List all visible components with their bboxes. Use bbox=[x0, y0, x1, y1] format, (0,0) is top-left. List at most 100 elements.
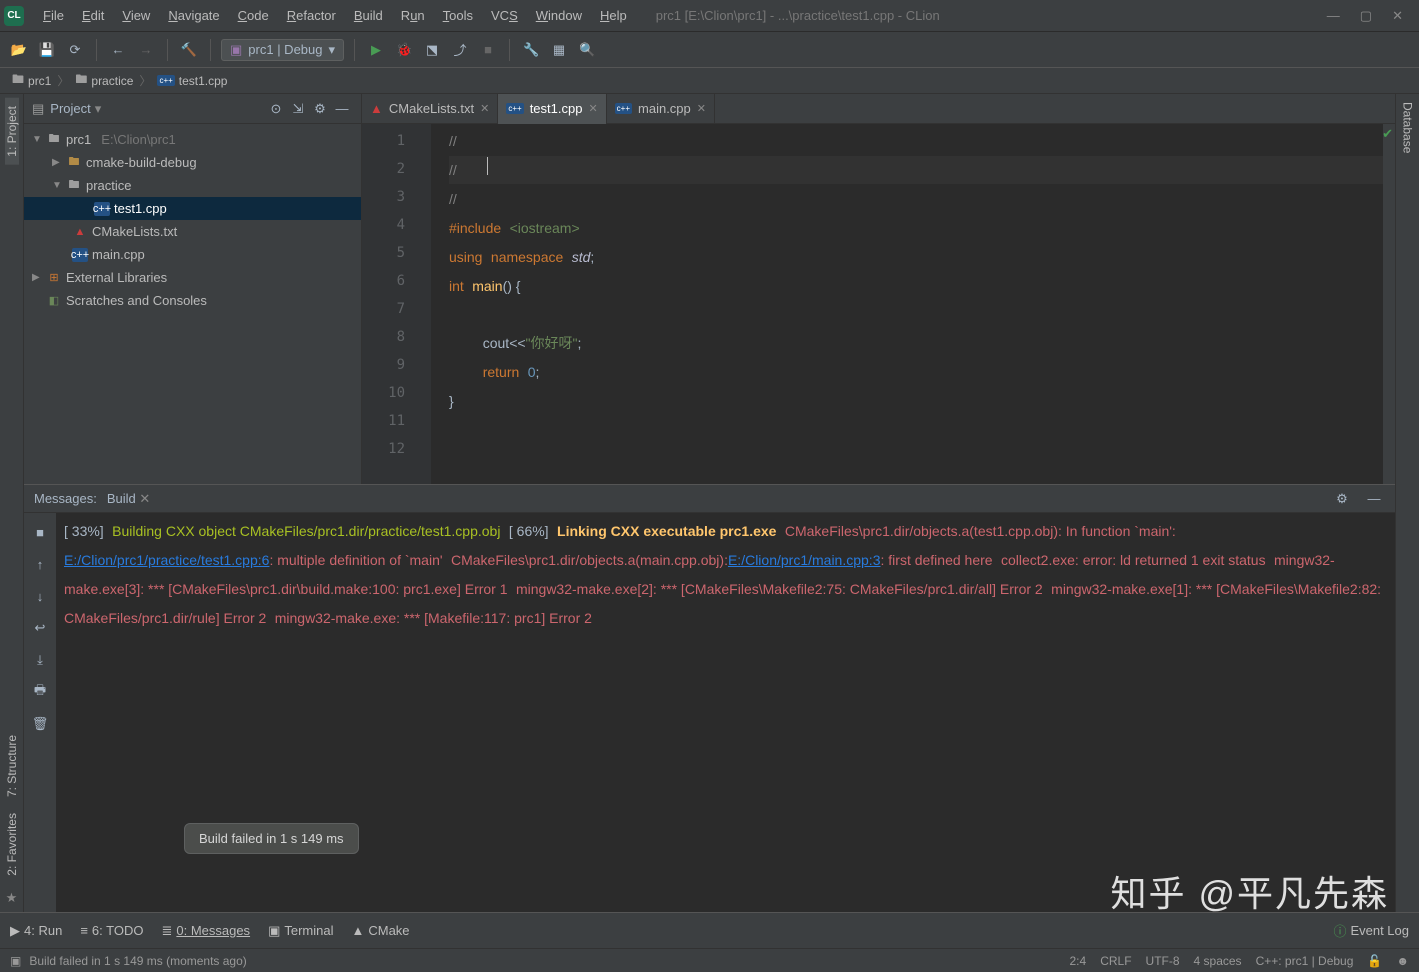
title-bar: CL File Edit View Navigate Code Refactor… bbox=[0, 0, 1419, 32]
menu-navigate[interactable]: Navigate bbox=[159, 8, 228, 23]
tree-scratches[interactable]: ▶◧Scratches and Consoles bbox=[24, 289, 361, 312]
build-tooltip: Build failed in 1 s 149 ms bbox=[184, 823, 359, 854]
bottombar-todo[interactable]: ≡ 6: TODO bbox=[80, 923, 143, 938]
stop-icon[interactable]: ■ bbox=[477, 39, 499, 61]
minimize-icon[interactable]: — bbox=[1327, 8, 1340, 24]
messages-header: Messages: Build ✕ ⚙ — bbox=[24, 485, 1395, 513]
refresh-icon[interactable]: ⟳ bbox=[64, 39, 86, 61]
gear-icon[interactable]: ⚙ bbox=[1331, 488, 1353, 510]
menu-tools[interactable]: Tools bbox=[434, 8, 482, 23]
project-structure-icon[interactable]: ▦ bbox=[548, 39, 570, 61]
bottombar-eventlog[interactable]: ⓘ Event Log bbox=[1333, 921, 1409, 940]
hide-icon[interactable]: — bbox=[331, 98, 353, 120]
editor-scrollbar[interactable]: ✔ bbox=[1383, 124, 1395, 484]
line-gutter: 123456789101112 bbox=[362, 124, 417, 484]
main-toolbar: 📂 💾 ⟳ ← → 🔨 ▣ prc1 | Debug ▾ ▶ 🐞 ⬔ ⤴ ■ 🔧… bbox=[0, 32, 1419, 68]
menu-window[interactable]: Window bbox=[527, 8, 591, 23]
status-message: Build failed in 1 s 149 ms (moments ago) bbox=[29, 954, 246, 968]
sidebar-project-tab[interactable]: 1: Project bbox=[5, 98, 19, 165]
trash-icon[interactable]: 🗑 bbox=[29, 713, 51, 735]
back-icon[interactable]: ← bbox=[107, 39, 129, 61]
code-editor[interactable]: // // // #include <iostream> using names… bbox=[431, 124, 1395, 484]
messages-tab-build[interactable]: Build ✕ bbox=[107, 491, 150, 507]
status-bar: ▣ Build failed in 1 s 149 ms (moments ag… bbox=[0, 948, 1419, 972]
print-icon[interactable]: 🖶 bbox=[29, 681, 51, 703]
bottombar-terminal[interactable]: ▣ Terminal bbox=[268, 923, 333, 939]
tab-cmakelists[interactable]: ▲CMakeLists.txt✕ bbox=[362, 94, 498, 124]
breadcrumb-folder[interactable]: 🖿practice bbox=[71, 70, 137, 91]
app-icon: CL bbox=[4, 6, 24, 26]
hector-icon[interactable]: ☻ bbox=[1396, 954, 1409, 968]
tab-test1[interactable]: c++test1.cpp✕ bbox=[498, 94, 606, 124]
menu-code[interactable]: Code bbox=[229, 8, 278, 23]
tree-external-libs[interactable]: ▶⊞External Libraries bbox=[24, 266, 361, 289]
status-caret-pos[interactable]: 2:4 bbox=[1070, 954, 1087, 968]
bottombar-messages[interactable]: ≣ 0: Messages bbox=[161, 923, 250, 939]
target-icon[interactable]: ⊙ bbox=[265, 98, 287, 120]
dropdown-icon: ▾ bbox=[329, 42, 336, 58]
coverage-icon[interactable]: ⬔ bbox=[421, 39, 443, 61]
menu-build[interactable]: Build bbox=[345, 8, 392, 23]
close-icon[interactable]: ✕ bbox=[480, 102, 489, 115]
profiler-icon[interactable]: ⤴ bbox=[449, 39, 471, 61]
save-icon[interactable]: 💾 bbox=[36, 39, 58, 61]
right-tool-strip: Database bbox=[1395, 94, 1419, 912]
sidebar-favorites-tab[interactable]: 2: Favorites bbox=[5, 805, 19, 884]
tree-test1[interactable]: c++test1.cpp bbox=[24, 197, 361, 220]
run-icon[interactable]: ▶ bbox=[365, 39, 387, 61]
menu-vcs[interactable]: VCS bbox=[482, 8, 527, 23]
status-encoding[interactable]: UTF-8 bbox=[1146, 954, 1180, 968]
inspections-icon[interactable]: ✔ bbox=[1382, 126, 1393, 142]
close-icon[interactable]: ✕ bbox=[1392, 8, 1403, 24]
bottombar-run[interactable]: ▶ 4: Run bbox=[10, 923, 62, 939]
search-icon[interactable]: 🔍 bbox=[576, 39, 598, 61]
maximize-icon[interactable]: ▢ bbox=[1360, 8, 1372, 24]
expand-icon[interactable]: ⇲ bbox=[287, 98, 309, 120]
gear-icon[interactable]: ⚙ bbox=[309, 98, 331, 120]
bottom-tool-bar: ▶ 4: Run ≡ 6: TODO ≣ 0: Messages ▣ Termi… bbox=[0, 912, 1419, 948]
project-tree: ▼🖿prc1E:\Clion\prc1 ▶🖿cmake-build-debug … bbox=[24, 124, 361, 316]
tree-root[interactable]: ▼🖿prc1E:\Clion\prc1 bbox=[24, 128, 361, 151]
error-link-1[interactable]: E:/Clion/prc1/practice/test1.cpp:6 bbox=[64, 552, 269, 568]
status-line-sep[interactable]: CRLF bbox=[1100, 954, 1131, 968]
menu-file[interactable]: File bbox=[34, 8, 73, 23]
menu-run[interactable]: Run bbox=[392, 8, 434, 23]
bottombar-cmake[interactable]: ▲ CMake bbox=[351, 923, 409, 938]
menu-view[interactable]: View bbox=[113, 8, 159, 23]
breadcrumb-file[interactable]: c++test1.cpp bbox=[153, 74, 231, 88]
build-icon[interactable]: 🔨 bbox=[178, 39, 200, 61]
tree-cmakelists[interactable]: ▲CMakeLists.txt bbox=[24, 220, 361, 243]
lock-icon[interactable]: 🔓 bbox=[1367, 954, 1382, 968]
up-icon[interactable]: ↑ bbox=[29, 553, 51, 575]
sidebar-database-tab[interactable]: Database bbox=[1401, 94, 1415, 161]
close-icon[interactable]: ✕ bbox=[588, 102, 597, 115]
menu-edit[interactable]: Edit bbox=[73, 8, 113, 23]
close-icon[interactable]: ✕ bbox=[697, 102, 706, 115]
tree-maincpp[interactable]: c++main.cpp bbox=[24, 243, 361, 266]
menu-help[interactable]: Help bbox=[591, 8, 636, 23]
status-context[interactable]: C++: prc1 | Debug bbox=[1256, 954, 1354, 968]
error-link-2[interactable]: E:/Clion/prc1/main.cpp:3 bbox=[728, 552, 881, 568]
stop-icon[interactable]: ■ bbox=[29, 521, 51, 543]
soft-wrap-icon[interactable]: ↩ bbox=[29, 617, 51, 639]
menu-refactor[interactable]: Refactor bbox=[278, 8, 345, 23]
tab-main[interactable]: c++main.cpp✕ bbox=[607, 94, 715, 124]
hide-icon[interactable]: — bbox=[1363, 488, 1385, 510]
project-panel-title: Project bbox=[50, 101, 90, 116]
run-config-selector[interactable]: ▣ prc1 | Debug ▾ bbox=[221, 39, 344, 61]
status-indent[interactable]: 4 spaces bbox=[1194, 954, 1242, 968]
scroll-end-icon[interactable]: ⤓ bbox=[29, 649, 51, 671]
open-icon[interactable]: 📂 bbox=[8, 39, 30, 61]
sidebar-structure-tab[interactable]: 7: Structure bbox=[5, 727, 19, 805]
tree-cmake-build[interactable]: ▶🖿cmake-build-debug bbox=[24, 151, 361, 174]
tree-practice[interactable]: ▼🖿practice bbox=[24, 174, 361, 197]
down-icon[interactable]: ↓ bbox=[29, 585, 51, 607]
messages-title: Messages: bbox=[34, 491, 97, 506]
settings-icon[interactable]: 🔧 bbox=[520, 39, 542, 61]
debug-icon[interactable]: 🐞 bbox=[393, 39, 415, 61]
fold-column bbox=[417, 124, 431, 484]
breadcrumb-root[interactable]: 🖿prc1 bbox=[8, 70, 55, 91]
forward-icon[interactable]: → bbox=[135, 39, 157, 61]
editor-area: ▲CMakeLists.txt✕ c++test1.cpp✕ c++main.c… bbox=[362, 94, 1395, 484]
status-window-icon[interactable]: ▣ bbox=[10, 954, 21, 968]
